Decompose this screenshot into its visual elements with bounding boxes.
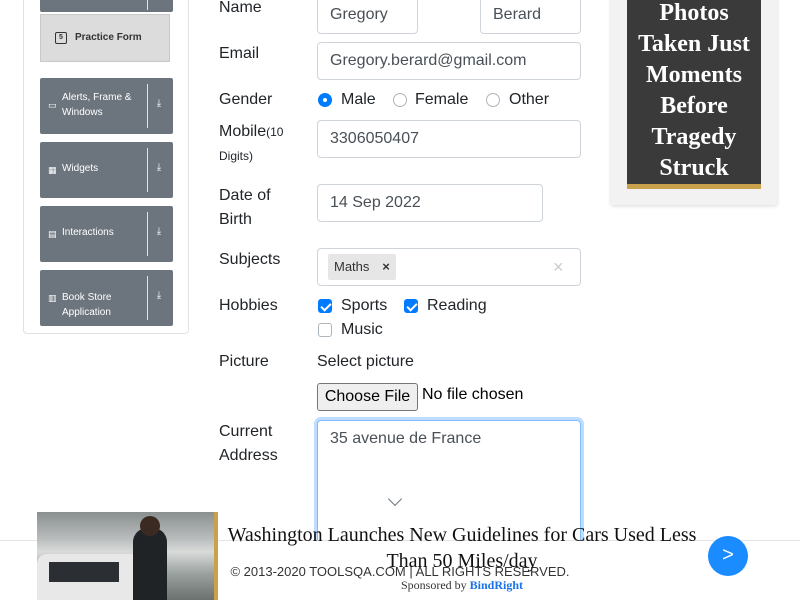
date-of-birth-input[interactable]: 14 Sep 2022 — [317, 184, 543, 222]
page: 5 Practice Form ▭ Alerts, Frame & Window… — [0, 0, 800, 600]
sidebar-group-widgets[interactable]: ▦ Widgets ⤓ — [40, 142, 173, 198]
download-arrow-icon[interactable]: ⤓ — [153, 98, 165, 109]
ad-next-button[interactable]: > — [708, 536, 748, 576]
dob-label: Date of Birth — [219, 184, 271, 232]
download-arrow-icon[interactable]: ⤓ — [153, 162, 165, 173]
ad-photo[interactable] — [37, 512, 218, 600]
name-label: Name — [219, 0, 262, 16]
download-arrow-icon[interactable]: ⤓ — [153, 290, 165, 301]
hobby-music-checkbox[interactable] — [318, 323, 332, 337]
hobby-music-label[interactable]: Music — [341, 320, 383, 340]
sidebar-item-label: Practice Form — [75, 32, 142, 43]
gender-male-radio[interactable] — [318, 93, 332, 107]
email-input[interactable]: Gregory.berard@gmail.com — [317, 42, 581, 80]
ad-headline[interactable]: Washington Launches New Guidelines for C… — [227, 522, 697, 574]
car-window-shape — [49, 562, 119, 582]
hobby-reading-checkbox[interactable] — [404, 299, 418, 313]
gender-female-radio[interactable] — [393, 93, 407, 107]
window-icon: ▭ — [48, 100, 57, 110]
right-ad-image[interactable]: Photos Taken Just Moments Before Tragedy… — [627, 0, 761, 189]
sidebar-group-label: Interactions — [62, 227, 114, 238]
gender-male-label[interactable]: Male — [341, 90, 376, 110]
dob-label-line2: Birth — [219, 211, 252, 228]
file-status: No file chosen — [422, 386, 524, 403]
first-name-input[interactable]: Gregory — [317, 0, 418, 34]
book-icon: ▥ — [48, 293, 57, 303]
sidebar-group-label: Book Store Application — [62, 292, 112, 318]
hobby-reading-label[interactable]: Reading — [427, 296, 487, 316]
html5-icon: 5 — [55, 32, 67, 44]
separator — [147, 0, 148, 10]
hobbies-label: Hobbies — [219, 297, 278, 314]
address-label-line2: Address — [219, 447, 278, 464]
subject-chip-label: Maths — [334, 259, 370, 274]
address-label-line1: Current — [219, 423, 273, 440]
email-label: Email — [219, 45, 260, 62]
sponsor-brand[interactable]: BindRight — [470, 578, 523, 592]
subjects-label: Subjects — [219, 251, 281, 268]
mobile-label-text: Mobile — [219, 123, 267, 140]
gender-label: Gender — [219, 91, 273, 108]
officer-shape — [133, 528, 167, 600]
picture-label: Picture — [219, 353, 269, 370]
download-arrow-icon[interactable]: ⤓ — [153, 226, 165, 237]
separator — [147, 212, 148, 256]
ad-sponsor: Sponsored by BindRight — [227, 578, 697, 593]
sidebar-group-label: Alerts, Frame & Windows — [62, 92, 132, 118]
gender-other-label[interactable]: Other — [509, 90, 549, 110]
separator — [147, 84, 148, 128]
gender-female-label[interactable]: Female — [415, 90, 468, 110]
hobby-sports-checkbox[interactable] — [318, 299, 332, 313]
sidebar-group-interactions[interactable]: ▤ Interactions ⤓ — [40, 206, 173, 262]
sidebar-group-alerts[interactable]: ▭ Alerts, Frame & Windows ⤓ — [40, 78, 173, 134]
gender-other-radio[interactable] — [486, 93, 500, 107]
last-name-input[interactable]: Berard — [480, 0, 581, 34]
sidebar-item-practice-form[interactable]: 5 Practice Form — [40, 14, 170, 62]
separator — [147, 276, 148, 320]
sidebar-group-elements[interactable] — [40, 0, 173, 12]
subject-chip: Maths × — [328, 254, 396, 280]
separator — [147, 148, 148, 192]
hobby-sports-label[interactable]: Sports — [341, 296, 387, 316]
dob-label-line1: Date of — [219, 187, 271, 204]
officer-head-shape — [140, 516, 160, 536]
sponsored-by-label: Sponsored by — [400, 578, 467, 592]
select-picture-label: Select picture — [317, 353, 414, 370]
mobile-label: Mobile(10 Digits) — [219, 120, 299, 168]
interactions-icon: ▤ — [48, 229, 57, 239]
mobile-input[interactable]: 3306050407 — [317, 120, 581, 158]
sidebar: 5 Practice Form ▭ Alerts, Frame & Window… — [23, 0, 189, 334]
clear-icon[interactable]: × — [553, 257, 564, 278]
address-label: Current Address — [219, 420, 278, 468]
sidebar-group-label: Widgets — [62, 163, 99, 174]
choose-file-button[interactable]: Choose File — [317, 383, 418, 411]
widgets-icon: ▦ — [48, 165, 57, 175]
bottom-ad-banner[interactable]: Washington Launches New Guidelines for C… — [37, 512, 800, 600]
remove-chip-icon[interactable]: × — [376, 254, 396, 280]
sidebar-group-book-store[interactable]: ▥ Book Store Application ⤓ — [40, 270, 173, 326]
